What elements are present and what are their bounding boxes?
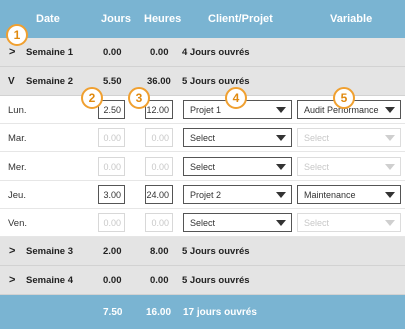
jours-input[interactable]: 2.50: [98, 100, 125, 119]
variable-select-value: Select: [304, 133, 330, 143]
variable-select: Select: [297, 128, 401, 147]
variable-select[interactable]: Maintenance: [297, 185, 401, 204]
projet-select[interactable]: Select: [183, 128, 292, 147]
chevron-down-icon[interactable]: V: [8, 76, 15, 87]
day-row-mer: Mer. 0.00 0.00 Select Select: [0, 153, 405, 181]
caret-down-icon: [276, 220, 286, 226]
header-client-projet: Client/Projet: [208, 13, 273, 25]
week-jours: 0.00: [103, 47, 122, 58]
jours-input: 0.00: [98, 128, 125, 147]
caret-down-icon: [385, 220, 395, 226]
chevron-right-icon[interactable]: >: [9, 245, 15, 257]
caret-down-icon: [385, 164, 395, 170]
totals-footer: 7.50 16.00 17 jours ouvrés: [0, 295, 405, 329]
heures-input[interactable]: 24.00: [145, 185, 173, 204]
variable-select-value: Select: [304, 162, 330, 172]
day-row-jeu: Jeu. 3.00 24.00 Projet 2 Maintenance: [0, 181, 405, 209]
caret-down-icon: [276, 107, 286, 113]
day-row-ven: Ven. 0.00 0.00 Select Select: [0, 209, 405, 237]
day-row-mar: Mar. 0.00 0.00 Select Select: [0, 124, 405, 152]
heures-input[interactable]: 12.00: [145, 100, 173, 119]
week-jours: 0.00: [103, 275, 122, 286]
day-label: Ven.: [8, 218, 28, 229]
callout-badge-3: 3: [128, 87, 150, 109]
caret-down-icon: [276, 192, 286, 198]
day-label: Mar.: [8, 133, 27, 144]
caret-down-icon: [385, 107, 395, 113]
week-heures: 0.00: [150, 275, 169, 286]
heures-input: 0.00: [145, 157, 173, 176]
header-date: Date: [36, 13, 60, 25]
caret-down-icon: [385, 192, 395, 198]
week-label: Semaine 2: [26, 76, 73, 87]
jours-input[interactable]: 3.00: [98, 185, 125, 204]
variable-select-value: Select: [304, 218, 330, 228]
callout-badge-1: 1: [6, 24, 28, 46]
week-jours: 5.50: [103, 76, 122, 87]
heures-input: 0.00: [145, 213, 173, 232]
week-jours: 2.00: [103, 246, 122, 257]
variable-select: Select: [297, 213, 401, 232]
total-heures: 16.00: [146, 307, 172, 318]
week-label: Semaine 4: [26, 275, 73, 286]
jours-input: 0.00: [98, 157, 125, 176]
chevron-right-icon[interactable]: >: [9, 274, 15, 286]
day-label: Lun.: [8, 105, 27, 116]
chevron-right-icon[interactable]: >: [9, 46, 15, 58]
header-jours: Jours: [101, 13, 131, 25]
week-heures: 0.00: [150, 47, 169, 58]
week-row-1[interactable]: > Semaine 1 0.00 0.00 4 Jours ouvrés: [0, 38, 405, 67]
projet-select-value: Select: [190, 133, 216, 143]
week-heures: 8.00: [150, 246, 169, 257]
week-jours-ouvres: 5 Jours ouvrés: [182, 76, 250, 87]
week-row-3[interactable]: > Semaine 3 2.00 8.00 5 Jours ouvrés: [0, 237, 405, 266]
week-jours-ouvres: 4 Jours ouvrés: [182, 47, 250, 58]
week-label: Semaine 3: [26, 246, 73, 257]
jours-input: 0.00: [98, 213, 125, 232]
day-label: Mer.: [8, 162, 27, 173]
week-row-4[interactable]: > Semaine 4 0.00 0.00 5 Jours ouvrés: [0, 266, 405, 295]
week-jours-ouvres: 5 Jours ouvrés: [182, 246, 250, 257]
table-header: Date Jours Heures Client/Projet Variable: [0, 0, 405, 38]
projet-select-value: Select: [190, 162, 216, 172]
callout-badge-5: 5: [333, 87, 355, 109]
projet-select[interactable]: Select: [183, 213, 292, 232]
projet-select-value: Projet 1: [190, 105, 222, 115]
projet-select[interactable]: Select: [183, 157, 292, 176]
caret-down-icon: [276, 164, 286, 170]
caret-down-icon: [385, 135, 395, 141]
total-jours: 7.50: [103, 307, 123, 318]
total-jours-ouvres: 17 jours ouvrés: [183, 307, 257, 318]
callout-badge-4: 4: [225, 87, 247, 109]
projet-select[interactable]: Projet 2: [183, 185, 292, 204]
week-label: Semaine 1: [26, 47, 73, 58]
projet-select-value: Projet 2: [190, 190, 222, 200]
day-label: Jeu.: [8, 190, 26, 201]
header-variable: Variable: [330, 13, 373, 25]
callout-badge-2: 2: [81, 87, 103, 109]
projet-select-value: Select: [190, 218, 216, 228]
header-heures: Heures: [144, 13, 182, 25]
week-heures: 36.00: [147, 76, 171, 87]
week-jours-ouvres: 5 Jours ouvrés: [182, 275, 250, 286]
variable-select: Select: [297, 157, 401, 176]
heures-input: 0.00: [145, 128, 173, 147]
variable-select-value: Maintenance: [304, 190, 356, 200]
caret-down-icon: [276, 135, 286, 141]
